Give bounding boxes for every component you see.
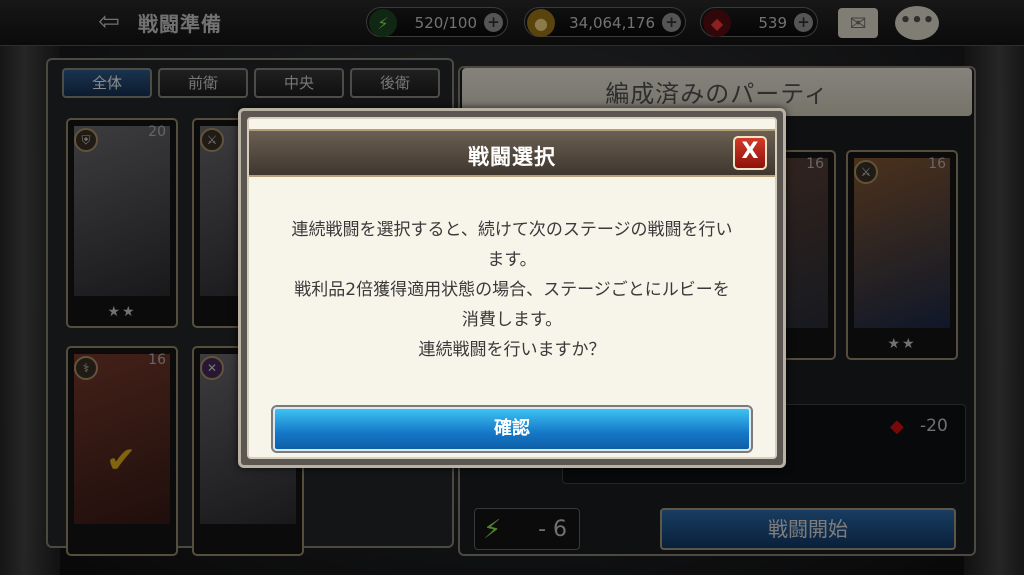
dialog-message-line: 連続戦闘を行いますか？ (418, 340, 606, 360)
dialog-message-line: 戦利品2倍獲得適用状態の場合、ステージごとにルビーを (294, 280, 730, 300)
confirm-button[interactable]: 確認 (273, 407, 751, 451)
dialog-message-line: 連続戦闘を選択すると、続けて次のステージの戦闘を行い (291, 220, 733, 240)
battle-select-dialog: 戦闘選択 X 連続戦闘を選択すると、続けて次のステージの戦闘を行い ます。 戦利… (238, 108, 786, 468)
dialog-message-line: 消費します。 (461, 310, 563, 330)
dialog-message: 連続戦闘を選択すると、続けて次のステージの戦闘を行い ます。 戦利品2倍獲得適用… (267, 215, 757, 365)
close-icon[interactable]: X (733, 136, 767, 170)
dialog-panel: 戦闘選択 X 連続戦闘を選択すると、続けて次のステージの戦闘を行い ます。 戦利… (247, 117, 777, 459)
dialog-title: 戦闘選択 (468, 145, 556, 169)
dialog-message-line: ます。 (487, 250, 537, 270)
dialog-header: 戦闘選択 X (249, 129, 775, 177)
